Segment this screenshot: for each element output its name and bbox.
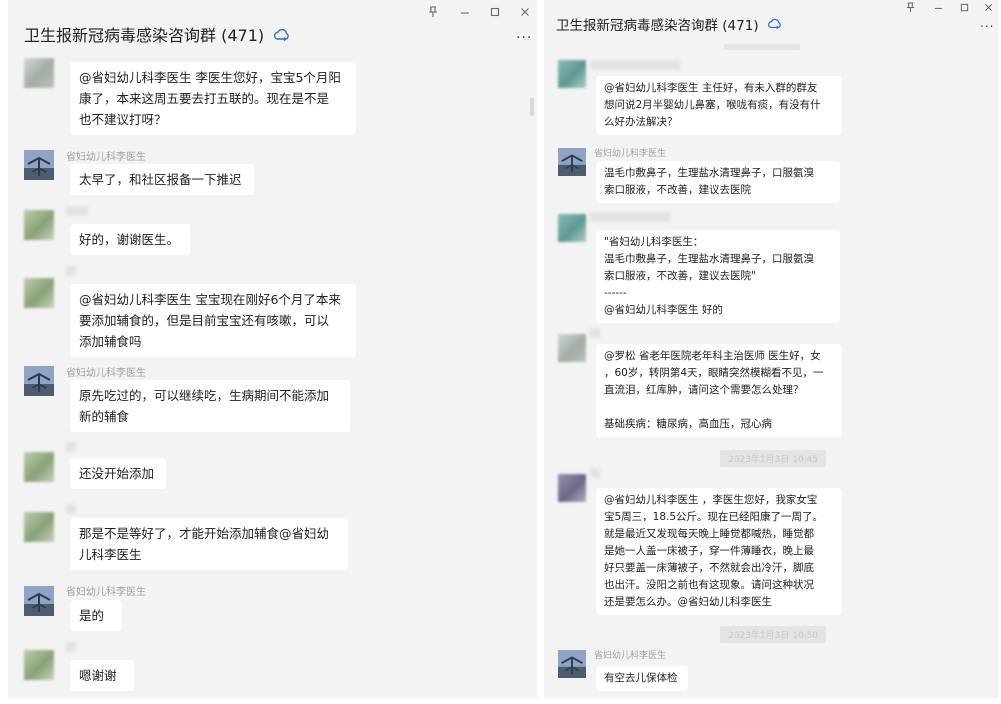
message-bubble[interactable]: 是的: [70, 600, 122, 631]
doctor-avatar: [24, 150, 54, 180]
maximize-icon[interactable]: [490, 6, 500, 21]
sender-name: 省妇幼儿科李医生: [594, 651, 667, 661]
sender-name-blurred: [66, 206, 88, 216]
maximize-icon[interactable]: [960, 2, 969, 16]
timestamp: 2023年1月3日 10:50: [720, 626, 827, 643]
scrollbar[interactable]: [530, 98, 534, 116]
sender-name-blurred: [66, 642, 76, 652]
close-icon[interactable]: [520, 6, 530, 21]
message-bubble[interactable]: @省妇幼儿科李医生 宝宝现在刚好6个月了本来 要添加辅食的，但是目前宝宝还有咳嗽…: [70, 284, 356, 357]
message-bubble[interactable]: @省妇幼儿科李医生 李医生您好，宝宝5个月阳 康了，本来这周五要去打五联的。现在…: [70, 62, 356, 135]
blurred-avatar: [24, 278, 54, 308]
blurred-avatar: [558, 334, 586, 362]
chat-window-right: 卫生报新冠病毒感染咨询群 (471) ... @省妇幼儿科李医生 主任好，有未入…: [544, 0, 998, 698]
blurred-avatar: [558, 474, 586, 502]
sender-name-blurred: [590, 60, 680, 70]
doctor-avatar: [558, 148, 586, 176]
sender-name: 省妇幼儿科李医生: [66, 152, 146, 163]
timestamp: 2023年1月3日 10:45: [720, 450, 827, 467]
doctor-avatar: [24, 586, 54, 616]
message-bubble[interactable]: @罗松 省老年医院老年科主治医师 医生好，女 ，60岁，转阴第4天，眼睛突然模糊…: [596, 344, 842, 437]
pin-icon[interactable]: [428, 6, 438, 21]
title-bar: 卫生报新冠病毒感染咨询群 (471) ...: [8, 0, 537, 54]
message-bubble[interactable]: 有空去儿保体检: [596, 666, 688, 691]
sender-name: 省妇幼儿科李医生: [594, 149, 667, 159]
blurred-avatar: [24, 650, 54, 680]
pin-icon[interactable]: [906, 2, 915, 16]
message-bubble[interactable]: 好的，谢谢医生。: [70, 224, 190, 255]
title-bar: 卫生报新冠病毒感染咨询群 (471) ...: [544, 0, 998, 46]
message-bubble[interactable]: 嗯谢谢: [70, 660, 134, 691]
sender-name-blurred: [590, 212, 670, 222]
minimize-icon[interactable]: [460, 6, 470, 21]
blurred-avatar: [24, 452, 54, 482]
doctor-avatar: [24, 366, 54, 396]
chat-window-left: 卫生报新冠病毒感染咨询群 (471) ... @省妇幼儿科李医生 李医生您好，宝…: [8, 0, 537, 698]
cloud-sync-icon[interactable]: [273, 27, 291, 46]
sender-name-blurred: [590, 468, 600, 478]
message-bubble[interactable]: 太早了，和社区报备一下推迟: [70, 164, 254, 195]
message-bubble[interactable]: 那是不是等好了，才能开始添加辅食@省妇幼 儿科李医生: [70, 518, 348, 570]
chat-title: 卫生报新冠病毒感染咨询群 (471): [556, 14, 783, 34]
sender-name: 省妇幼儿科李医生: [66, 587, 146, 598]
chat-title: 卫生报新冠病毒感染咨询群 (471): [24, 22, 291, 46]
minimize-icon[interactable]: [934, 2, 943, 16]
more-icon[interactable]: ...: [980, 16, 994, 30]
sender-name-blurred: [66, 504, 76, 514]
message-bubble[interactable]: 温毛巾敷鼻子，生理盐水清理鼻子，口服氨溴 索口服液，不改善，建议去医院: [596, 161, 840, 203]
blurred-avatar: [558, 214, 586, 242]
message-bubble[interactable]: 原先吃过的，可以继续吃，生病期间不能添加 新的辅食: [70, 380, 350, 432]
message-bubble[interactable]: 还没开始添加: [70, 458, 166, 489]
doctor-avatar: [558, 650, 586, 678]
message-bubble[interactable]: @省妇幼儿科李医生 主任好，有未入群的群友 想问说2月半婴幼儿鼻塞，喉咙有痰，有…: [596, 76, 842, 135]
blurred-avatar: [24, 210, 54, 240]
close-icon[interactable]: [984, 2, 993, 16]
sender-name-blurred: [66, 442, 76, 452]
message-bubble[interactable]: @省妇幼儿科李医生 ，李医生您好，我家女宝 宝5周三，18.5公斤。现在已经阳康…: [596, 488, 842, 615]
blurred-avatar: [24, 512, 54, 542]
sender-name-blurred: [66, 266, 76, 276]
sender-name: 省妇幼儿科李医生: [66, 368, 146, 379]
sender-name-blurred: [590, 328, 600, 338]
blurred-avatar: [24, 58, 54, 88]
blurred-avatar: [558, 60, 586, 88]
more-icon[interactable]: ...: [516, 26, 532, 42]
message-bubble[interactable]: "省妇幼儿科李医生： 温毛巾敷鼻子，生理盐水清理鼻子，口服氨溴 索口服液，不改善…: [596, 230, 840, 323]
timestamp-partial: [724, 44, 800, 50]
cloud-sync-icon[interactable]: [767, 18, 783, 34]
